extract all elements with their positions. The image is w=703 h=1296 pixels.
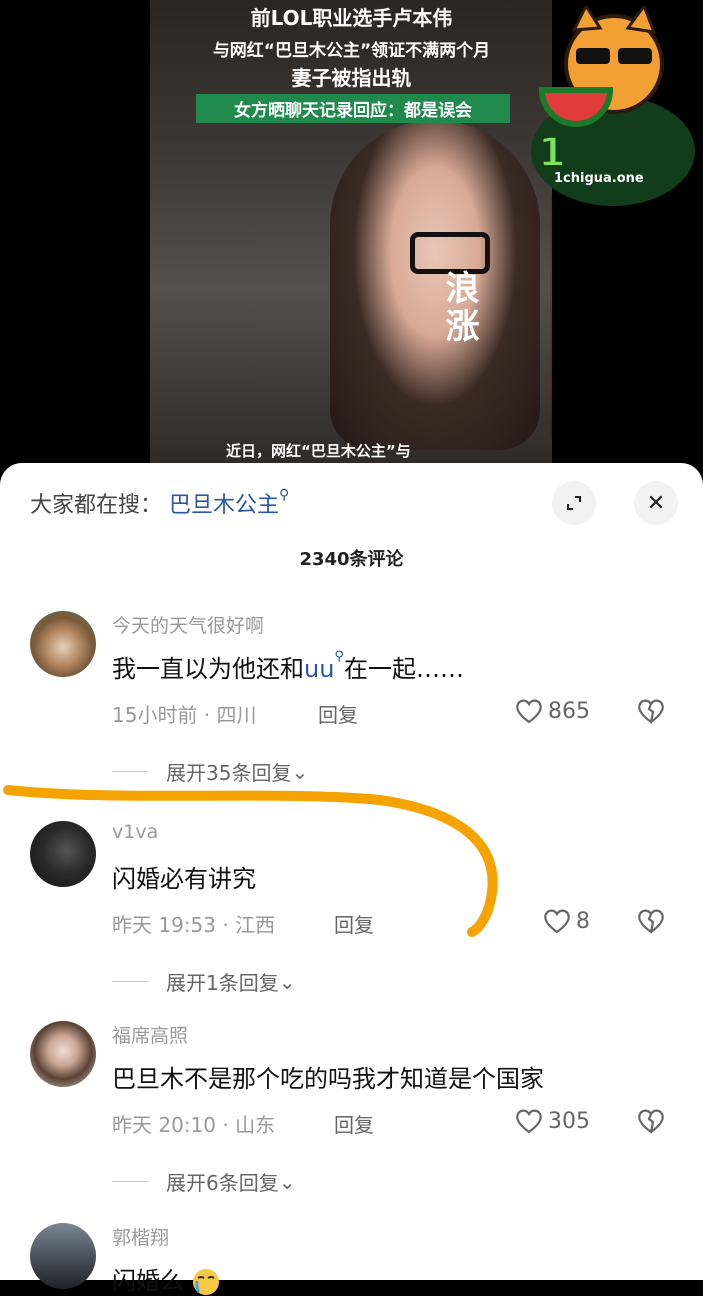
expand-sheet-button[interactable]: [552, 481, 596, 525]
heart-icon: [516, 699, 542, 724]
divider: [112, 771, 148, 772]
comment-username[interactable]: v1va: [112, 821, 158, 843]
dislike-button[interactable]: [636, 1107, 666, 1139]
avatar[interactable]: [30, 821, 96, 887]
chevron-down-icon: ⌄: [291, 759, 309, 784]
expand-replies-button[interactable]: 展开6条回复 ⌄: [112, 1167, 296, 1196]
video-caption: 近日，网红“巴旦木公主”与: [226, 442, 411, 460]
close-icon: ✕: [646, 490, 666, 516]
avatar[interactable]: [30, 611, 96, 677]
expand-replies-label: 展开1条回复: [166, 971, 279, 995]
like-button[interactable]: 8: [542, 907, 590, 935]
comment-text-part: 在一起……: [343, 655, 464, 683]
comment-text: 我一直以为他还和uu⚲在一起……: [112, 649, 464, 684]
comment-text: 闪婚么: [112, 1261, 220, 1296]
comment-meta: 昨天 19:53 · 江西: [112, 913, 276, 937]
video-watermark: 浪涨: [439, 270, 479, 346]
comment-username[interactable]: 福席高照: [112, 1021, 188, 1048]
trending-search-keyword[interactable]: 巴旦木公主: [169, 493, 279, 518]
reply-button[interactable]: 回复: [334, 909, 374, 938]
comment-mention-link[interactable]: uu: [304, 655, 334, 683]
chevron-down-icon: ⌄: [278, 969, 296, 994]
expand-replies-button[interactable]: 展开35条回复 ⌄: [112, 757, 308, 786]
dislike-button[interactable]: [636, 697, 666, 729]
comment-text: 闪婚必有讲究: [112, 865, 256, 893]
trending-search-prefix: 大家都在搜：: [30, 493, 163, 518]
broken-heart-icon: [638, 699, 664, 724]
expand-icon: [567, 496, 581, 510]
comment-username[interactable]: 郭楷翔: [112, 1223, 169, 1250]
comment-text-part: 我一直以为他还和: [112, 655, 304, 683]
like-count: 865: [548, 698, 590, 724]
site-logo-name: 1吃瓜: [537, 129, 647, 177]
video-person-left: [330, 120, 540, 450]
crying-face-emoji-icon: [192, 1269, 219, 1295]
avatar[interactable]: [30, 1021, 96, 1087]
search-icon: ⚲: [334, 649, 344, 664]
reply-button[interactable]: 回复: [334, 1109, 374, 1138]
video-player[interactable]: 前LOL职业选手卢本伟 与网红“巴旦木公主”领证不满两个月 妻子被指出轨 女方晒…: [0, 0, 703, 480]
comment-text-part: 闪婚么: [112, 1267, 184, 1295]
like-count: 8: [576, 908, 590, 934]
like-count: 305: [548, 1108, 590, 1134]
dislike-button[interactable]: [636, 907, 666, 939]
comment-sheet: 大家都在搜： 巴旦木公主⚲ ✕ 2340条评论 今天的天气很好啊 我一直以为他还…: [0, 463, 703, 1295]
reply-button[interactable]: 回复: [318, 699, 358, 728]
divider: [112, 1181, 148, 1182]
site-logo-domain: 1chigua.one: [554, 171, 644, 186]
like-button[interactable]: 305: [514, 1107, 590, 1135]
heart-icon: [544, 909, 570, 934]
video-headline-4: 女方晒聊天记录回应：都是误会: [196, 94, 510, 123]
expand-replies-button[interactable]: 展开1条回复 ⌄: [112, 967, 296, 996]
avatar[interactable]: [30, 1223, 96, 1289]
comment-username[interactable]: 今天的天气很好啊: [112, 611, 264, 638]
broken-heart-icon: [638, 1109, 664, 1134]
close-sheet-button[interactable]: ✕: [634, 481, 678, 525]
search-icon: ⚲: [279, 487, 290, 503]
comment-meta: 昨天 20:10 · 山东: [112, 1113, 276, 1137]
comment-text: 巴旦木不是那个吃的吗我才知道是个国家: [112, 1065, 544, 1093]
video-glasses: [410, 232, 490, 274]
comments-count: 2340条评论: [299, 549, 404, 570]
heart-icon: [516, 1109, 542, 1134]
expand-replies-label: 展开35条回复: [166, 761, 292, 785]
broken-heart-icon: [638, 909, 664, 934]
chevron-down-icon: ⌄: [278, 1169, 296, 1194]
expand-replies-label: 展开6条回复: [166, 1171, 279, 1195]
trending-search[interactable]: 大家都在搜： 巴旦木公主⚲: [30, 487, 289, 519]
comment-meta: 15小时前 · 四川: [112, 703, 257, 727]
like-button[interactable]: 865: [514, 697, 590, 725]
divider: [112, 981, 148, 982]
